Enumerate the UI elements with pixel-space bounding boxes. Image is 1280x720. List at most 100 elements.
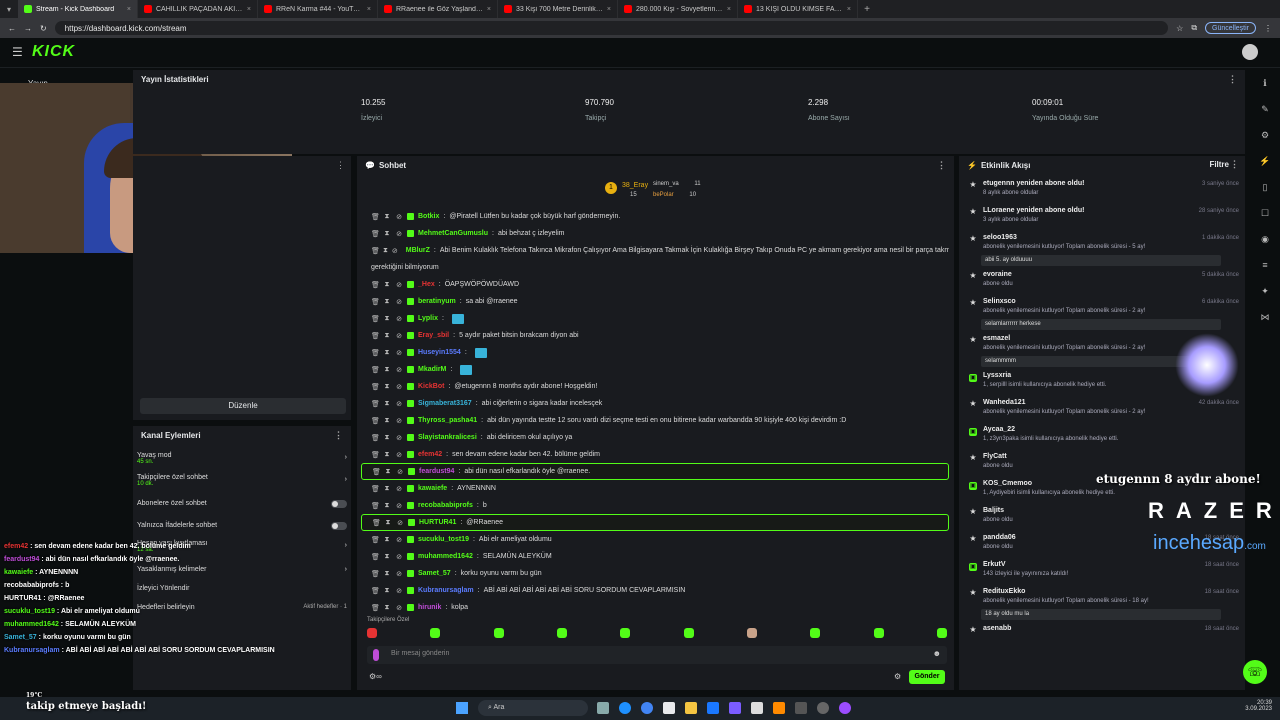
back-icon[interactable]: ← bbox=[8, 24, 16, 33]
avatar[interactable] bbox=[1242, 44, 1258, 60]
chat-username[interactable]: kawaiefe bbox=[418, 485, 447, 492]
chat-username[interactable]: MBlurZ bbox=[406, 247, 430, 254]
emote-icon[interactable] bbox=[367, 628, 377, 638]
chat-message[interactable]: 🗑 ⧗ ⊘ MBlurZ: Abi Benim Kulaklık Telefona Ta… bbox=[361, 242, 949, 259]
chat-username[interactable]: _Hex bbox=[418, 281, 435, 288]
chat-username[interactable]: Sigmaberat3167 bbox=[418, 400, 472, 407]
filter-button[interactable]: Filtre bbox=[1209, 160, 1229, 169]
ban-icon[interactable]: ⊘ bbox=[395, 298, 403, 306]
reload-icon[interactable]: ↻ bbox=[40, 24, 47, 33]
store-icon[interactable] bbox=[707, 702, 719, 714]
ban-icon[interactable]: ⊘ bbox=[395, 349, 403, 357]
more-icon[interactable]: ⋮ bbox=[1230, 159, 1239, 170]
ban-icon[interactable]: ⊘ bbox=[395, 502, 403, 510]
activity-item[interactable]: ★ LLoraene yeniden abone oldu! 3 aylık abo… bbox=[963, 207, 1239, 233]
trash-icon[interactable]: 🗑 bbox=[371, 315, 380, 323]
chat-username[interactable]: Lyplix bbox=[418, 315, 438, 322]
chat-username[interactable]: Samet_57 bbox=[418, 570, 451, 577]
emote-icon[interactable] bbox=[746, 628, 757, 638]
close-icon[interactable]: × bbox=[127, 6, 131, 13]
timeout-icon[interactable]: ⧗ bbox=[383, 570, 391, 578]
menu-icon[interactable]: ⋮ bbox=[1264, 24, 1272, 33]
activity-item[interactable]: ★ etugennn yeniden abone oldu! 8 aylık abo… bbox=[963, 180, 1239, 206]
chat-username[interactable]: Thyross_pasha41 bbox=[418, 417, 477, 424]
chat-username[interactable]: Kubranursaglam bbox=[418, 587, 474, 594]
ban-icon[interactable]: ⊘ bbox=[395, 332, 403, 340]
trash-icon[interactable]: 🗑 bbox=[371, 332, 380, 340]
ban-icon[interactable]: ⊘ bbox=[395, 434, 403, 442]
edit-icon[interactable]: ✎ bbox=[1258, 102, 1272, 116]
chat-message[interactable]: 🗑 ⧗ ⊘ KickBot: @etugennn 8 months aydır abon… bbox=[361, 378, 949, 395]
chat-message[interactable]: 🗑 ⧗ ⊘ kawaiefe: AYNENNNN bbox=[361, 480, 949, 497]
action-slow-mode[interactable]: Yavaş mod 45 sn. › bbox=[137, 452, 347, 472]
folder-icon[interactable] bbox=[685, 702, 697, 714]
close-icon[interactable]: × bbox=[607, 6, 611, 13]
timeout-icon[interactable]: ⧗ bbox=[383, 213, 391, 221]
ban-icon[interactable]: ⊘ bbox=[395, 281, 403, 289]
trash-icon[interactable]: 🗑 bbox=[371, 587, 380, 595]
timeout-icon[interactable]: ⧗ bbox=[383, 281, 391, 289]
ban-icon[interactable]: ⊘ bbox=[395, 451, 403, 459]
chat-message[interactable]: 🗑 ⧗ ⊘ Lyplix: bbox=[361, 310, 949, 327]
browser-tab[interactable]: 33 Kişi 700 Metre Derinlikte Nasıl × bbox=[498, 0, 618, 18]
ban-icon[interactable]: ⊘ bbox=[395, 587, 403, 595]
timeout-icon[interactable]: ⧗ bbox=[383, 604, 391, 612]
ban-icon[interactable]: ⊘ bbox=[395, 213, 403, 221]
activity-item[interactable]: ▣ Aycaa_22 1, z3yn3paka isimli kullanıcıya… bbox=[963, 426, 1239, 452]
discord-icon[interactable] bbox=[729, 702, 741, 714]
timeout-icon[interactable]: ⧗ bbox=[383, 485, 391, 493]
trash-icon[interactable]: 🗑 bbox=[371, 553, 380, 561]
timeout-icon[interactable]: ⧗ bbox=[383, 366, 391, 374]
new-tab-icon[interactable]: + bbox=[858, 4, 876, 15]
ban-icon[interactable]: ⊘ bbox=[395, 230, 403, 238]
ban-icon[interactable]: ⊘ bbox=[396, 468, 404, 476]
timeout-icon[interactable]: ⧗ bbox=[383, 434, 391, 442]
ban-icon[interactable]: ⊘ bbox=[392, 247, 398, 255]
bolt-icon[interactable]: ⚡ bbox=[1258, 154, 1272, 168]
chat-message[interactable]: 🗑 ⧗ ⊘ sucuklu_tost19: Abi elr ameliyat oldum… bbox=[361, 531, 949, 548]
chat-message[interactable]: 🗑 ⧗ ⊘ Eray_sbil:5 aydır paket bitsin bırakc… bbox=[361, 327, 949, 344]
trash-icon[interactable]: 🗑 bbox=[371, 281, 380, 289]
share-icon[interactable]: ⋈ bbox=[1258, 310, 1272, 324]
edit-button[interactable]: Düzenle bbox=[140, 398, 346, 414]
more-icon[interactable]: ⋮ bbox=[336, 160, 345, 171]
settings-icon[interactable]: ⚙ bbox=[1258, 128, 1272, 142]
chat-message[interactable]: 🗑 ⧗ ⊘ MkadirM: bbox=[361, 361, 949, 378]
trash-icon[interactable]: 🗑 bbox=[371, 213, 380, 221]
chat-username[interactable]: Huseyin1554 bbox=[418, 349, 461, 356]
timeout-icon[interactable]: ⧗ bbox=[383, 247, 388, 255]
trash-icon[interactable]: 🗑 bbox=[371, 604, 380, 612]
more-icon[interactable]: ⋮ bbox=[334, 430, 343, 441]
activity-item[interactable]: ★ Selinxsco abonelik yenilemesini kutluyor… bbox=[963, 298, 1239, 334]
activity-item[interactable]: ★ asenabb 18 saat önce bbox=[963, 625, 1239, 651]
chat-message[interactable]: 🗑 ⧗ ⊘ efem42: sen devam edene kadar ben 42. … bbox=[361, 446, 949, 463]
mic-icon[interactable] bbox=[373, 649, 379, 661]
trash-icon[interactable]: 🗑 bbox=[371, 570, 380, 578]
trash-icon[interactable]: 🗑 bbox=[372, 468, 381, 476]
close-icon[interactable]: × bbox=[847, 6, 851, 13]
ban-icon[interactable]: ⊘ bbox=[395, 553, 403, 561]
app-icon[interactable] bbox=[795, 702, 807, 714]
chat-input[interactable]: Bir mesaj gönderin ☻ bbox=[367, 646, 947, 664]
ban-icon[interactable]: ⊘ bbox=[395, 604, 403, 612]
activity-item[interactable]: ★ Wanheda121 abonelik yenilemesini kutluyo… bbox=[963, 399, 1239, 425]
more-icon[interactable]: ⋮ bbox=[1228, 74, 1237, 85]
kick-logo[interactable]: KICK bbox=[32, 43, 75, 61]
close-icon[interactable]: × bbox=[487, 6, 491, 13]
emote-icon[interactable] bbox=[873, 628, 884, 638]
timeout-icon[interactable]: ⧗ bbox=[383, 298, 391, 306]
broadcast-icon[interactable]: ◉ bbox=[1258, 232, 1272, 246]
action-emotes-only[interactable]: Yalnızca İfadelerle sohbet bbox=[137, 522, 347, 534]
taskview-icon[interactable] bbox=[597, 702, 609, 714]
activity-item[interactable]: ▣ ErkutV 143 izleyici ile yayınınıza katıl… bbox=[963, 561, 1239, 587]
taskbar-search[interactable]: ⌕ Ara bbox=[478, 700, 588, 716]
trash-icon[interactable]: 🗑 bbox=[371, 383, 380, 391]
chat-username[interactable]: MehmetCanGumuslu bbox=[418, 230, 488, 237]
trash-icon[interactable]: 🗑 bbox=[371, 485, 380, 493]
chat-username[interactable]: muhammed1642 bbox=[418, 553, 473, 560]
edge-icon[interactable] bbox=[619, 702, 631, 714]
wrench-icon[interactable]: ✦ bbox=[1258, 284, 1272, 298]
chat-message[interactable]: 🗑 ⧗ ⊘ HURTUR41: @RRaenee bbox=[361, 514, 949, 531]
chat-username[interactable]: sucuklu_tost19 bbox=[418, 536, 469, 543]
chat-message[interactable]: 🗑 ⧗ ⊘ Kubranursaglam: ABİ ABİ ABİ ABİ ABİ AB… bbox=[361, 582, 949, 599]
